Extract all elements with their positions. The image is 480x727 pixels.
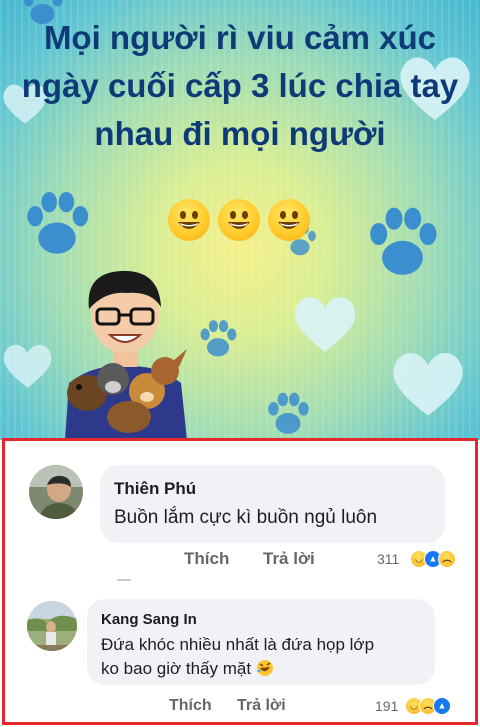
paw-print-icon <box>268 392 309 434</box>
comment-bubble: Kang Sang In Đứa khóc nhiều nhất là đứa … <box>87 599 435 685</box>
heart-icon <box>3 344 52 388</box>
comment-bubble: Thiên Phú Buồn lắm cực kì buồn ngủ luôn <box>100 465 445 543</box>
reaction-icons[interactable]: ◡ ▲ ︵ <box>410 550 456 568</box>
avatar[interactable] <box>27 601 77 651</box>
thread-divider <box>117 579 131 581</box>
reaction-count[interactable]: 311 <box>377 551 399 567</box>
comment-author[interactable]: Kang Sang In <box>101 611 197 628</box>
cartoon-avatar-with-dogs <box>65 270 187 440</box>
reaction-count[interactable]: 191 <box>375 698 398 714</box>
like-reaction-icon: ▲ <box>433 697 451 715</box>
reply-button[interactable]: Trả lời <box>263 549 315 569</box>
comment-text-line: ko bao giờ thấy mặt <box>101 657 274 681</box>
grinning-face-icon <box>218 199 260 241</box>
comment-text: Buồn lắm cực kì buồn ngủ luôn <box>114 507 378 528</box>
paw-print-icon <box>200 320 237 357</box>
comments-section: Thiên Phú Buồn lắm cực kì buồn ngủ luôn … <box>2 438 478 725</box>
heart-icon <box>294 297 356 352</box>
grinning-face-icon <box>168 199 210 241</box>
comment-author[interactable]: Thiên Phú <box>114 479 196 499</box>
grinning-face-icon <box>268 199 310 241</box>
comment-text-line: Đứa khóc nhiều nhất là đứa họp lớp <box>101 635 375 654</box>
post-image[interactable]: Mọi người rì viu cảm xúc ngày cuối cấp 3… <box>0 0 480 440</box>
rolling-on-floor-laughing-icon <box>256 660 273 676</box>
avatar[interactable] <box>29 465 83 519</box>
like-button[interactable]: Thích <box>169 697 212 715</box>
reaction-icons[interactable]: ◡ ︵ ▲ <box>405 697 451 715</box>
paw-print-icon <box>27 192 89 254</box>
post-caption: Mọi người rì viu cảm xúc ngày cuối cấp 3… <box>21 19 459 152</box>
sad-reaction-icon: ︵ <box>438 550 456 568</box>
like-button[interactable]: Thích <box>184 549 229 569</box>
heart-icon <box>393 352 463 416</box>
paw-print-icon <box>370 207 437 275</box>
emoji-row <box>168 199 310 241</box>
reply-button[interactable]: Trả lời <box>237 697 286 715</box>
